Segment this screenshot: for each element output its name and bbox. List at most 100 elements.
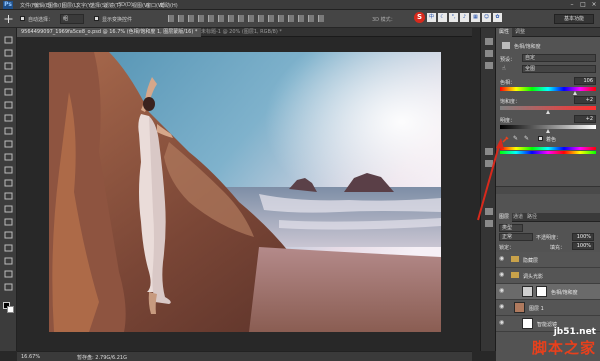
document-tab[interactable]: 未标题-1 @ 20% (图层1, RGB/8) * — [197, 28, 286, 37]
align-center-icon[interactable] — [208, 15, 214, 22]
canvas-area[interactable] — [17, 37, 472, 351]
auto-align-icon[interactable] — [288, 15, 294, 22]
shape-tool-icon[interactable] — [4, 257, 13, 265]
paragraph-icon[interactable] — [485, 160, 493, 167]
align-bottom-icon[interactable] — [188, 15, 194, 22]
move-tool-icon[interactable] — [4, 15, 13, 23]
align-top-icon[interactable] — [168, 15, 174, 22]
show-transform-checkbox[interactable] — [94, 16, 99, 21]
distribute-center-icon[interactable] — [268, 15, 274, 22]
close-icon[interactable]: × — [590, 1, 598, 8]
warp-icon[interactable] — [308, 15, 314, 22]
tab-paths[interactable]: 路径 — [524, 213, 540, 222]
ime-skin-icon[interactable]: ✿ — [493, 13, 502, 22]
visibility-eye-icon[interactable]: ◉ — [499, 272, 505, 278]
folder-icon — [511, 256, 519, 262]
hue-slider[interactable] — [500, 87, 596, 91]
zoom-value[interactable]: 16.67% — [21, 354, 40, 360]
saturation-value[interactable]: +2 — [574, 96, 596, 104]
info-icon[interactable] — [485, 62, 493, 69]
auto-blend-icon[interactable] — [298, 15, 304, 22]
history-icon[interactable] — [485, 38, 493, 45]
sogou-logo-icon[interactable]: S — [414, 12, 425, 23]
ime-user-icon[interactable]: ☺ — [482, 13, 491, 22]
distribute-left-icon[interactable] — [258, 15, 264, 22]
visibility-eye-icon[interactable]: ◉ — [499, 256, 505, 262]
colorize-checkbox[interactable] — [538, 136, 543, 141]
saturation-slider-thumb[interactable] — [546, 110, 551, 114]
actions-icon[interactable] — [485, 50, 493, 57]
auto-select-checkbox[interactable] — [20, 16, 25, 21]
align-middle-icon[interactable] — [178, 15, 184, 22]
distribute-top-icon[interactable] — [228, 15, 234, 22]
quick-select-tool-icon[interactable] — [4, 75, 13, 83]
brush-tool-icon[interactable] — [4, 127, 13, 135]
lasso-tool-icon[interactable] — [4, 62, 13, 70]
brush-presets-icon[interactable] — [485, 220, 493, 227]
eyedropper-icon[interactable] — [502, 135, 510, 143]
ime-mic-icon[interactable]: ♪ — [460, 13, 469, 22]
history-brush-tool-icon[interactable] — [4, 153, 13, 161]
distribute-right-icon[interactable] — [278, 15, 284, 22]
layer-kind-filter[interactable]: 类型 — [499, 224, 523, 232]
layer-row[interactable]: ◉ 隐藏层 — [496, 252, 600, 268]
zoom-tool-icon[interactable] — [4, 283, 13, 291]
workspace-dropdown[interactable]: 基本功能 — [554, 14, 594, 24]
opacity-value[interactable]: 100% — [572, 233, 594, 241]
lightness-slider-thumb[interactable] — [546, 129, 551, 133]
hand-adjust-icon[interactable]: ☝ — [502, 65, 511, 72]
ime-punct-icon[interactable]: °, — [449, 13, 458, 22]
align-right-icon[interactable] — [218, 15, 224, 22]
eraser-tool-icon[interactable] — [4, 166, 13, 174]
character-icon[interactable] — [485, 148, 493, 155]
blend-mode-dropdown[interactable]: 正常 — [499, 233, 533, 241]
eyedropper-tool-icon[interactable] — [4, 101, 13, 109]
visibility-eye-icon[interactable]: ◉ — [499, 288, 505, 294]
marquee-tool-icon[interactable] — [4, 49, 13, 57]
pen-tool-icon[interactable] — [4, 218, 13, 226]
crop-tool-icon[interactable] — [4, 88, 13, 96]
distribute-middle-icon[interactable] — [238, 15, 244, 22]
ime-moon-icon[interactable]: ☾ — [438, 13, 447, 22]
layer-row[interactable]: ◉ 图层 1 — [496, 300, 600, 316]
gradient-tool-icon[interactable] — [4, 179, 13, 187]
visibility-eye-icon[interactable]: ◉ — [499, 304, 505, 310]
document-photo[interactable] — [49, 52, 441, 332]
hue-value[interactable]: 106 — [574, 77, 596, 85]
type-tool-icon[interactable] — [4, 231, 13, 239]
channel-dropdown[interactable]: 全图 — [522, 65, 596, 73]
visibility-eye-icon[interactable]: ◉ — [499, 320, 505, 326]
layer-row-selected[interactable]: ◉ 色相/饱和度 — [496, 284, 600, 300]
preset-dropdown[interactable]: 自定 — [522, 54, 596, 62]
eyedropper-plus-icon[interactable]: ✎ — [513, 135, 521, 143]
blur-tool-icon[interactable] — [4, 192, 13, 200]
menu-item[interactable]: 帮助(H) — [160, 2, 178, 9]
align-left-icon[interactable] — [198, 15, 204, 22]
move-tool-icon[interactable] — [4, 36, 13, 44]
properties-tabs: 属性 调整 — [496, 28, 600, 37]
ime-chinese-mode[interactable]: 中 — [427, 13, 436, 22]
fill-value[interactable]: 100% — [572, 242, 594, 250]
distribute-bottom-icon[interactable] — [248, 15, 254, 22]
hue-slider-thumb[interactable] — [573, 91, 578, 95]
path-select-tool-icon[interactable] — [4, 244, 13, 252]
document-tab-active[interactable]: 9564499097_1969fa5ce8_o.psd @ 16.7% (色相/… — [17, 28, 202, 37]
auto-select-dropdown[interactable]: 组 — [60, 14, 84, 24]
layer-row[interactable]: ◉ 调头光影 — [496, 268, 600, 284]
properties-footer — [496, 186, 600, 194]
eyedropper-minus-icon[interactable]: ✎ — [524, 135, 532, 143]
tab-adjustments[interactable]: 调整 — [512, 28, 528, 37]
healing-tool-icon[interactable] — [4, 114, 13, 122]
maximize-icon[interactable]: □ — [579, 1, 587, 8]
lightness-value[interactable]: +2 — [574, 115, 596, 123]
tab-properties[interactable]: 属性 — [496, 28, 513, 37]
background-color-swatch[interactable] — [7, 306, 14, 313]
hand-tool-icon[interactable] — [4, 270, 13, 278]
dodge-tool-icon[interactable] — [4, 205, 13, 213]
ime-keyboard-icon[interactable]: ▦ — [471, 13, 480, 22]
menu-item[interactable]: 3D(D) — [118, 2, 133, 8]
minimize-icon[interactable]: – — [568, 1, 576, 8]
swatches-icon[interactable] — [485, 208, 493, 215]
transform-icon[interactable] — [318, 15, 324, 22]
clone-stamp-tool-icon[interactable] — [4, 140, 13, 148]
